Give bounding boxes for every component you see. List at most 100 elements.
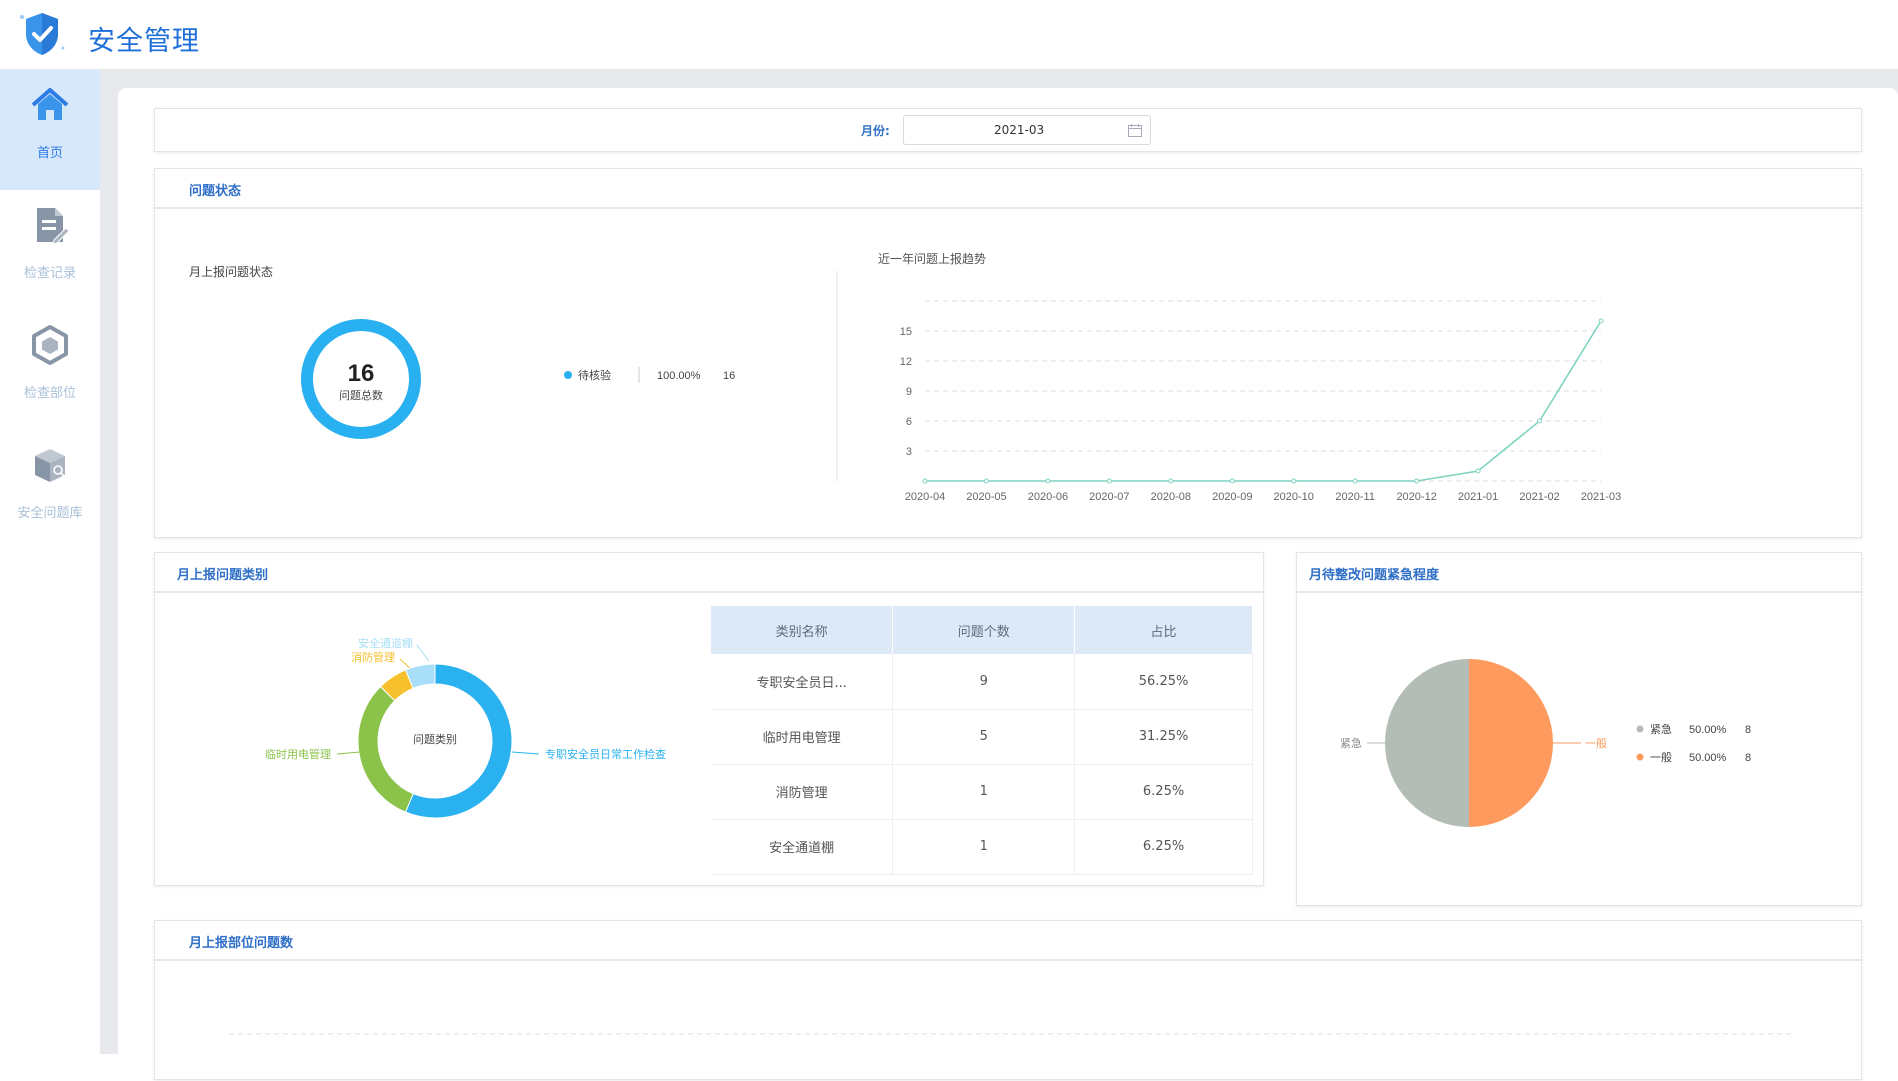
card-title: 月待整改问题紧急程度 <box>1309 568 1440 583</box>
slice-label-line <box>336 751 361 755</box>
calendar-icon <box>1128 124 1142 137</box>
urgency-pie-chart: 一般 紧急 <box>1340 659 1607 827</box>
table-row: 消防管理 1 6.25% <box>711 764 1253 820</box>
category-name-cell: 临时用电管理 <box>711 709 894 765</box>
month-label: 月份: <box>861 124 890 138</box>
legend-percent-urgent: 50.00% <box>1689 724 1727 736</box>
legend-dot <box>564 371 572 379</box>
trend-point <box>922 478 928 484</box>
category-name-cell: 安全通道棚 <box>711 819 894 875</box>
month-value: 2021-03 <box>994 123 1045 137</box>
x-tick-label: 2020-08 <box>1151 491 1191 503</box>
x-tick-label: 2020-06 <box>1028 491 1068 503</box>
shield-logo-icon <box>20 13 65 55</box>
trend-point <box>1168 478 1174 484</box>
x-tick-label: 2020-09 <box>1212 491 1252 503</box>
urgency-card: 月待整改问题紧急程度 一般 紧急 紧急 50.00% 8 一般 50.00% 8 <box>1296 552 1862 906</box>
sidebar-item-label: 安全问题库 <box>17 506 83 521</box>
trend-point <box>1352 478 1358 484</box>
legend-count-normal: 8 <box>1745 752 1751 764</box>
sidebar-item-label: 首页 <box>36 146 63 161</box>
main-content: 月份: 2021-03 问题状态 月上报问题状态 16 问题总数 待核验 100… <box>118 88 1898 1080</box>
problem-status-card: 问题状态 月上报问题状态 16 问题总数 待核验 100.00% 16 近一年问… <box>154 168 1862 538</box>
x-tick-label: 2021-03 <box>1581 491 1621 503</box>
column-header: 占比 <box>1074 606 1253 654</box>
app-title: 安全管理 <box>88 26 200 57</box>
box-icon <box>35 449 65 482</box>
count-cell: 1 <box>892 764 1076 820</box>
slice-label: 一般 <box>1585 737 1607 750</box>
category-donut-center: 问题类别 <box>413 732 457 746</box>
count-cell: 1 <box>892 819 1076 875</box>
legend-dot-urgent <box>1636 725 1644 733</box>
ratio-cell: 6.25% <box>1074 819 1253 875</box>
trend-point <box>983 478 989 484</box>
category-donut-chart: 专职安全员日常工作检查 临时用电管理 消防管理安全通道棚 <box>265 636 666 819</box>
trend-title: 近一年问题上报趋势 <box>878 251 986 266</box>
column-header: 类别名称 <box>711 606 894 654</box>
sidebar: 首页 检查记录 检查部位 安全问题库 <box>0 70 100 1054</box>
trend-point <box>1598 318 1604 324</box>
table-row: 临时用电管理 5 31.25% <box>711 709 1253 765</box>
slice-label: 安全通道棚 <box>358 636 413 650</box>
total-label: 问题总数 <box>339 388 383 402</box>
legend-name: 待核验 <box>578 368 611 382</box>
category-slice <box>357 685 414 813</box>
slice-label: 消防管理 <box>351 650 395 664</box>
y-tick-label: 9 <box>906 386 912 398</box>
legend-name-normal: 一般 <box>1650 751 1672 764</box>
table-row: 专职安全员日... 9 56.25% <box>711 654 1253 710</box>
category-table: 类别名称 问题个数 占比 专职安全员日... 9 56.25% 临时用电管理 5… <box>711 606 1253 875</box>
sidebar-item-home[interactable]: 首页 <box>0 70 100 190</box>
legend-percent-normal: 50.00% <box>1689 752 1727 764</box>
trend-point <box>1106 478 1112 484</box>
urgency-slice <box>1469 659 1553 827</box>
table-row: 安全通道棚 1 6.25% <box>711 819 1253 875</box>
sidebar-item-label: 检查部位 <box>23 386 76 401</box>
x-tick-label: 2021-02 <box>1519 491 1559 503</box>
count-cell: 9 <box>892 654 1076 710</box>
y-tick-label: 12 <box>900 356 912 368</box>
trend-point <box>1475 468 1481 474</box>
x-tick-label: 2020-11 <box>1335 491 1375 503</box>
trend-point <box>1414 478 1420 484</box>
document-icon <box>37 208 70 245</box>
card-header: 月上报问题类别 <box>155 553 1263 593</box>
slice-label-line <box>511 751 540 755</box>
x-tick-label: 2020-07 <box>1089 491 1129 503</box>
sidebar-item-inspection-records[interactable]: 检查记录 <box>0 190 100 310</box>
ratio-cell: 31.25% <box>1074 709 1253 765</box>
x-tick-label: 2020-12 <box>1396 491 1436 503</box>
problem-category-card: 月上报问题类别 专职安全员日常工作检查 临时用电管理 消防管理 安全通道棚 问题类别 … <box>154 552 1264 886</box>
sidebar-item-inspection-locations[interactable]: 检查部位 <box>0 310 100 430</box>
home-icon <box>31 88 69 120</box>
x-tick-label: 2021-01 <box>1458 491 1498 503</box>
ratio-cell: 56.25% <box>1074 654 1253 710</box>
card-title: 月上报问题类别 <box>177 568 269 583</box>
location-chart-area <box>229 1033 1791 1035</box>
sidebar-item-safety-issue-library[interactable]: 安全问题库 <box>0 430 100 550</box>
trend-point <box>1045 478 1051 484</box>
table-header-row: 类别名称 问题个数 占比 <box>711 606 1253 654</box>
legend-dot-normal <box>1636 753 1644 761</box>
x-tick-label: 2020-05 <box>966 491 1006 503</box>
trend-point <box>1229 478 1235 484</box>
month-picker[interactable]: 2021-03 <box>903 115 1151 145</box>
trend-point <box>1291 478 1297 484</box>
slice-label: 紧急 <box>1340 736 1362 750</box>
slice-label: 专职安全员日常工作检查 <box>545 747 666 761</box>
app-header: 安全管理 <box>0 0 1898 70</box>
category-name-cell: 消防管理 <box>711 764 894 820</box>
legend-count-urgent: 8 <box>1745 724 1751 736</box>
y-tick-label: 15 <box>900 326 912 338</box>
legend-name-urgent: 紧急 <box>1650 722 1672 736</box>
slice-label: 临时用电管理 <box>265 747 331 761</box>
trend-line-chart: 3 6 9 12 15 2020-04 2020-05 2020-06 2020-07 2020-… <box>900 300 1621 503</box>
trend-point <box>1537 418 1543 424</box>
x-tick-label: 2020-10 <box>1274 491 1314 503</box>
location-problems-card: 月上报部位问题数 <box>154 920 1862 1080</box>
column-header: 问题个数 <box>892 606 1076 654</box>
y-tick-label: 6 <box>906 416 912 428</box>
category-donut-area: 专职安全员日常工作检查 临时用电管理 消防管理安全通道棚 问题类别 <box>265 636 666 819</box>
legend-count: 16 <box>723 370 735 382</box>
